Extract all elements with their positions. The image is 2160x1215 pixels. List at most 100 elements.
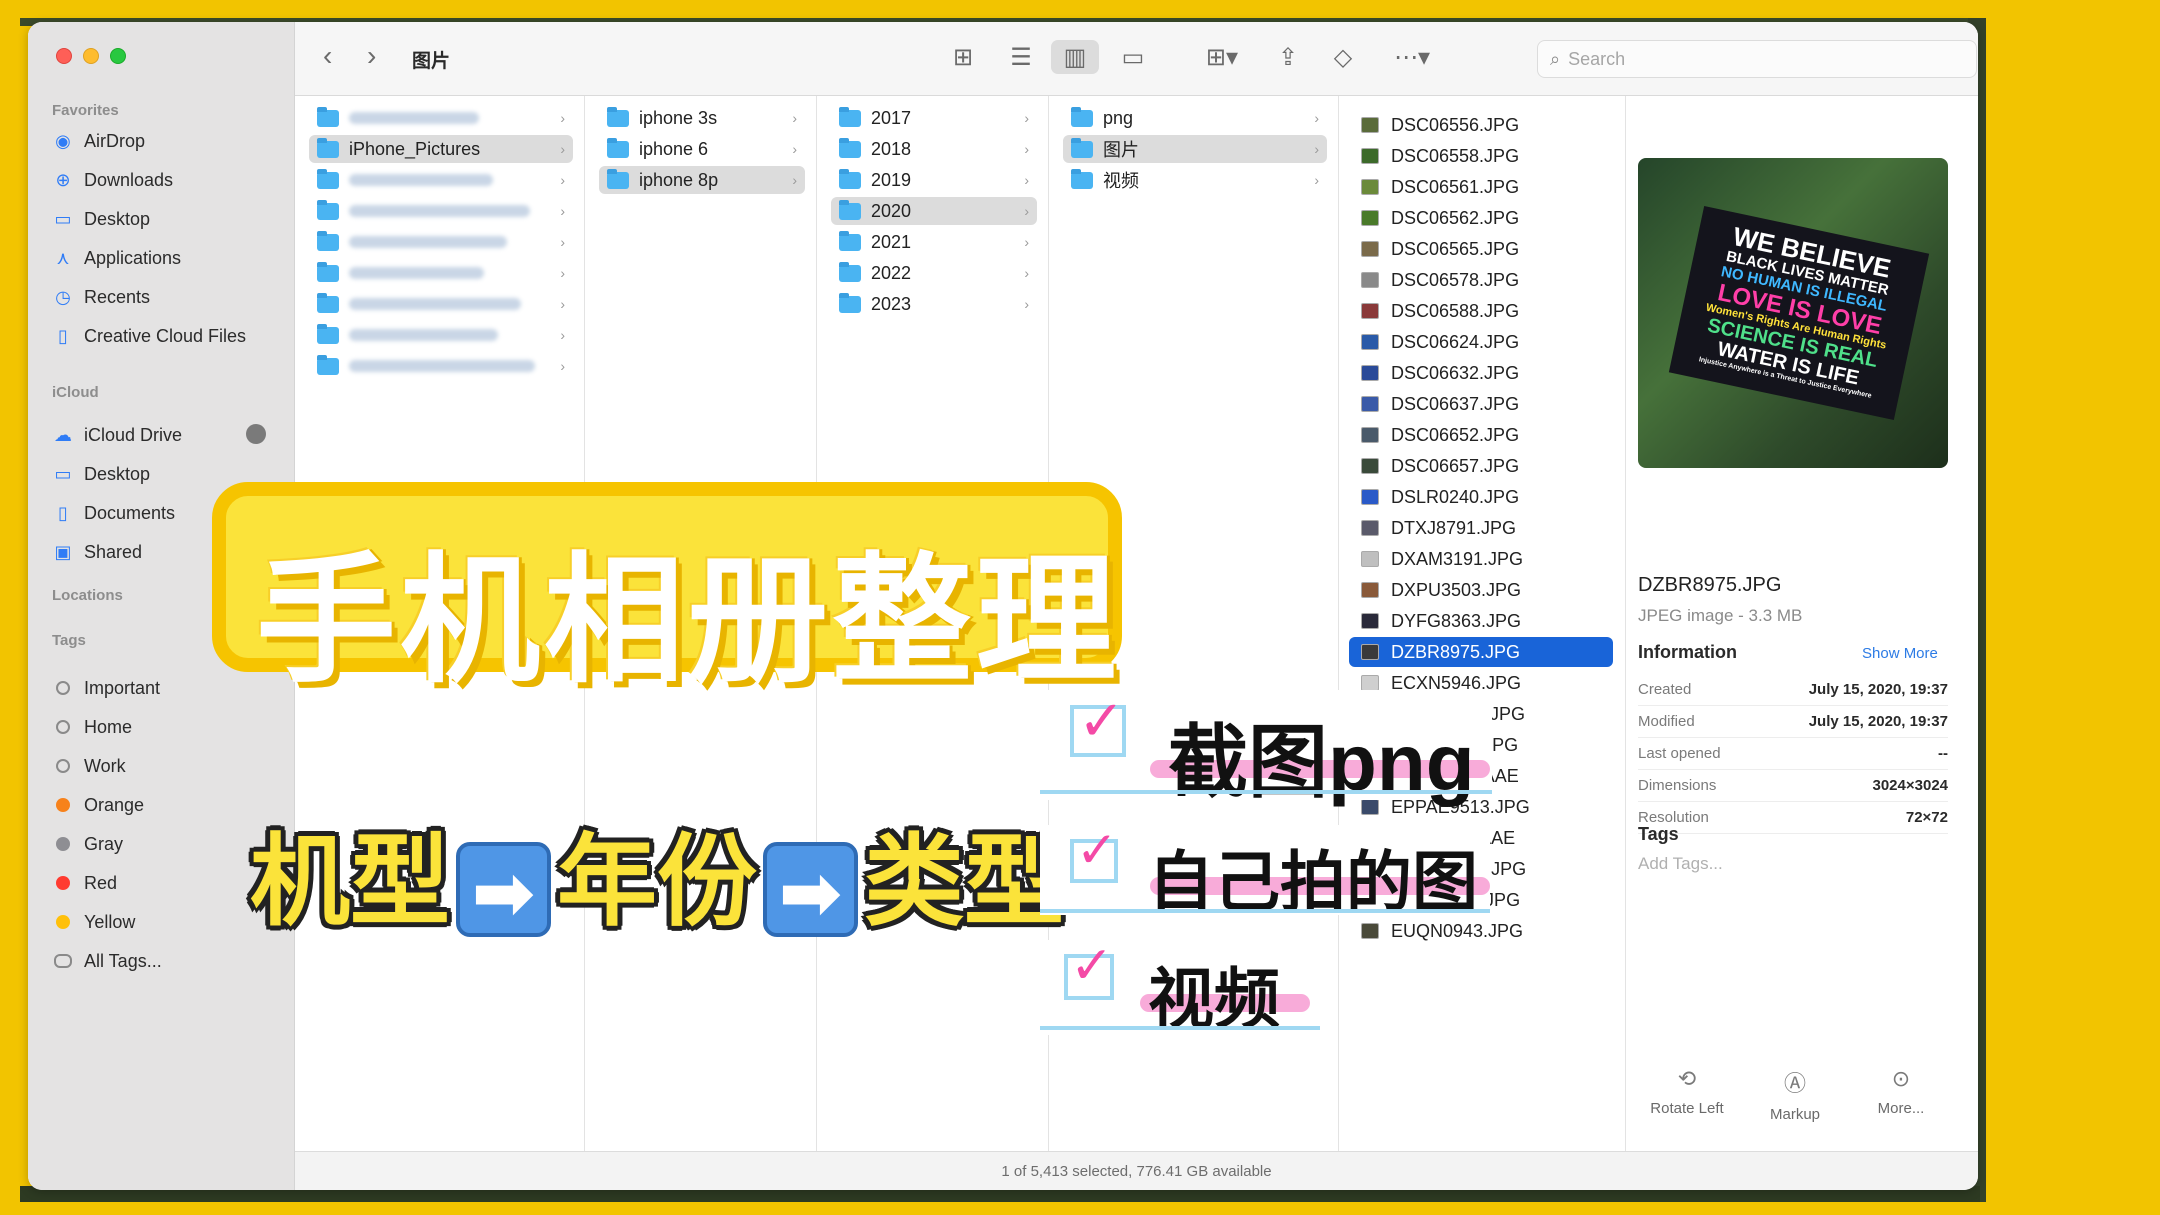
folder-row[interactable]: › — [309, 166, 573, 194]
chevron-right-icon: › — [1024, 234, 1029, 250]
folder-row[interactable]: iPhone_Pictures › — [309, 135, 573, 163]
folder-row[interactable]: iphone 3s › — [599, 104, 805, 132]
tag-item[interactable]: Gray — [52, 829, 123, 859]
info-row: Modified July 15, 2020, 19:37 — [1638, 706, 1948, 738]
chevron-right-icon: › — [1024, 172, 1029, 188]
checklist-item: ✓ 视频 — [1040, 937, 1320, 1036]
file-row[interactable]: DSC06561.JPG — [1349, 172, 1613, 202]
folder-name: png — [1103, 107, 1134, 128]
icloud-item[interactable]: ▣ Shared — [52, 537, 142, 567]
favorites-item[interactable]: ⋏ Applications — [52, 243, 181, 273]
file-row[interactable]: DSC06632.JPG — [1349, 358, 1613, 388]
file-row[interactable]: DSC06588.JPG — [1349, 296, 1613, 326]
file-row[interactable]: DSC06558.JPG — [1349, 141, 1613, 171]
forward-button[interactable]: › — [367, 40, 376, 72]
tag-label: Orange — [84, 794, 145, 815]
folder-row[interactable]: iphone 8p › — [599, 166, 805, 194]
tag-color-icon — [52, 716, 74, 738]
icloud-item[interactable]: ▯ Documents — [52, 498, 175, 528]
redacted-name — [349, 205, 530, 217]
share-icon[interactable]: ⇪ — [1270, 40, 1306, 74]
tag-item[interactable]: Home — [52, 712, 132, 742]
more-button[interactable]: ⊙ More... — [1846, 1066, 1956, 1117]
desktop-icon: ▭ — [54, 208, 72, 229]
info-row: Dimensions 3024×3024 — [1638, 770, 1948, 802]
tag-icon[interactable]: ◇ — [1325, 40, 1361, 74]
folder-row[interactable]: › — [309, 290, 573, 318]
add-tags-field[interactable]: Add Tags... — [1638, 854, 1723, 874]
folder-row[interactable]: › — [309, 228, 573, 256]
folder-row[interactable]: 2022 › — [831, 259, 1037, 287]
folder-row[interactable]: › — [309, 197, 573, 225]
file-thumbnail-icon — [1361, 582, 1379, 598]
close-button[interactable] — [56, 48, 72, 64]
tag-item[interactable]: Yellow — [52, 907, 135, 937]
ellipsis-icon: ⊙ — [1891, 1066, 1911, 1091]
file-row[interactable]: DSC06562.JPG — [1349, 203, 1613, 233]
icloud-header: iCloud — [52, 384, 99, 401]
folder-row[interactable]: 2023 › — [831, 290, 1037, 318]
list-view-icon[interactable]: ☰ — [1003, 40, 1039, 74]
file-thumbnail-icon — [1361, 272, 1379, 288]
markup-button[interactable]: Ⓐ Markup — [1740, 1066, 1850, 1123]
favorites-item[interactable]: ◷ Recents — [52, 282, 150, 312]
applications-icon: ⋏ — [56, 247, 70, 268]
file-row[interactable]: DSC06565.JPG — [1349, 234, 1613, 264]
tag-item[interactable]: Red — [52, 868, 117, 898]
group-by-icon[interactable]: ⊞▾ — [1195, 40, 1249, 74]
folder-row[interactable]: 2018 › — [831, 135, 1037, 163]
file-row[interactable]: DXAM3191.JPG — [1349, 544, 1613, 574]
tag-item[interactable]: All Tags... — [52, 946, 162, 976]
search-field[interactable]: ⌕ Search — [1537, 40, 1977, 78]
folder-name: 2021 — [871, 231, 912, 252]
folder-name: iPhone_Pictures — [349, 138, 481, 159]
folder-row[interactable]: 2021 › — [831, 228, 1037, 256]
favorites-item[interactable]: ◉ AirDrop — [52, 126, 145, 156]
file-row[interactable]: DSC06657.JPG — [1349, 451, 1613, 481]
favorites-item[interactable]: ▭ Desktop — [52, 204, 150, 234]
folder-row[interactable]: 视频 › — [1063, 166, 1327, 194]
folder-row[interactable]: 2017 › — [831, 104, 1037, 132]
file-row[interactable]: DXPU3503.JPG — [1349, 575, 1613, 605]
favorites-item[interactable]: ⊕ Downloads — [52, 165, 173, 195]
file-row[interactable]: DYFG8363.JPG — [1349, 606, 1613, 636]
file-row[interactable]: DSC06578.JPG — [1349, 265, 1613, 295]
folder-row[interactable]: 图片 › — [1063, 135, 1327, 163]
folder-row[interactable]: iphone 6 › — [599, 135, 805, 163]
icon-view-icon[interactable]: ⊞ — [945, 40, 981, 74]
checklist-label: 截图png — [1168, 718, 1475, 807]
file-row[interactable]: DSC06624.JPG — [1349, 327, 1613, 357]
more-actions-icon[interactable]: ⋯▾ — [1385, 40, 1439, 74]
icloud-item[interactable]: ▭ Desktop — [52, 459, 150, 489]
tag-item[interactable]: Important — [52, 673, 160, 703]
file-thumbnail-icon — [1361, 551, 1379, 567]
tag-color-icon — [52, 677, 74, 699]
icloud-label: Desktop — [84, 463, 151, 484]
folder-row[interactable]: png › — [1063, 104, 1327, 132]
file-row[interactable]: DTXJ8791.JPG — [1349, 513, 1613, 543]
tag-item[interactable]: Orange — [52, 790, 144, 820]
gallery-view-icon[interactable]: ▭ — [1115, 40, 1151, 74]
zoom-button[interactable] — [110, 48, 126, 64]
column-view-icon[interactable]: ▥ — [1051, 40, 1099, 74]
file-row[interactable]: DSC06637.JPG — [1349, 389, 1613, 419]
favorites-item[interactable]: ▯ Creative Cloud Files — [52, 321, 246, 351]
folder-row[interactable]: › — [309, 352, 573, 380]
file-name: DYFG8363.JPG — [1391, 610, 1522, 631]
rotate-left-button[interactable]: ⟲ Rotate Left — [1632, 1066, 1742, 1117]
minimize-button[interactable] — [83, 48, 99, 64]
file-row[interactable]: DSC06556.JPG — [1349, 110, 1613, 140]
icloud-item[interactable]: ☁ iCloud Drive — [52, 420, 182, 450]
file-row[interactable]: DSLR0240.JPG — [1349, 482, 1613, 512]
tag-item[interactable]: Work — [52, 751, 126, 781]
folder-row[interactable]: 2020 › — [831, 197, 1037, 225]
file-row[interactable]: DZBR8975.JPG — [1349, 637, 1613, 667]
file-row[interactable]: DSC06652.JPG — [1349, 420, 1613, 450]
folder-row[interactable]: 2019 › — [831, 166, 1037, 194]
folder-row[interactable]: › — [309, 259, 573, 287]
folder-row[interactable]: › — [309, 104, 573, 132]
chevron-right-icon: › — [560, 110, 565, 126]
back-button[interactable]: ‹ — [323, 40, 332, 72]
show-more-link[interactable]: Show More — [1862, 645, 1938, 662]
folder-row[interactable]: › — [309, 321, 573, 349]
